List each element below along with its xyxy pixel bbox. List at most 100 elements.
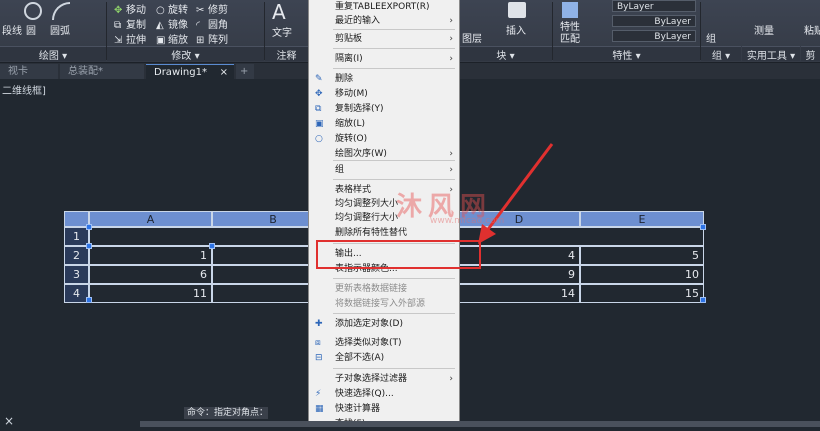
table-grip[interactable] (86, 243, 92, 249)
menu-item-label: 缩放(L) (335, 119, 366, 129)
row-header[interactable]: 3 (64, 265, 89, 284)
menu-item[interactable]: ✥ 移动(M) (309, 87, 459, 101)
linetype-value: ByLayer (654, 17, 691, 27)
menu-item-label: 组 (335, 165, 345, 175)
menu-item-label: 全部不选(A) (335, 353, 385, 363)
menu-item-label: 剪贴板 (335, 34, 363, 44)
row-label: 1 (73, 230, 80, 243)
table-grip[interactable] (86, 224, 92, 230)
stretch-button[interactable]: ⇲ 拉伸 (114, 31, 146, 46)
fillet-button[interactable]: ◜ 圆角 (196, 16, 228, 31)
column-header[interactable]: E (580, 211, 704, 227)
match-properties-button[interactable]: 特性 匹配 (560, 22, 584, 46)
array-button[interactable]: ⊞ 阵列 (196, 31, 228, 46)
menu-item[interactable]: 组 › (309, 163, 459, 177)
row-label: 3 (73, 268, 80, 281)
table-grip[interactable] (86, 297, 92, 303)
mirror-icon: ◭ (156, 20, 164, 31)
menu-separator (333, 278, 455, 279)
color-select[interactable]: ByLayer (612, 0, 696, 12)
menu-item[interactable]: ⚡ 快速选择(Q)... (309, 387, 459, 401)
circle-button[interactable]: 圆 (26, 22, 36, 37)
ribbon-match-label: 特性 匹配 (560, 22, 580, 45)
group-modify-label[interactable]: 修改 ▾ (107, 46, 264, 62)
group-clip-label[interactable]: 剪 (801, 46, 820, 62)
table-grip[interactable] (209, 243, 215, 249)
trim-button[interactable]: ✂ 修剪 (196, 1, 228, 16)
fillet-icon: ◜ (196, 20, 200, 31)
viewport-style-label[interactable]: 二维线框] (2, 82, 46, 97)
menu-item-label: 子对象选择过滤器 (335, 374, 408, 384)
menu-item[interactable]: ⧉ 复制选择(Y) (309, 102, 459, 116)
move-button[interactable]: ✥ 移动 (114, 1, 146, 16)
arc-button[interactable]: 圆弧 (50, 22, 70, 37)
menu-item[interactable]: 重复TABLEEXPORT(R) (309, 0, 459, 14)
table-cell[interactable]: 11 (89, 284, 212, 303)
group-annotation-label[interactable]: 注释 (265, 46, 308, 62)
column-header[interactable]: A (89, 211, 212, 227)
cell-value: 6 (200, 268, 207, 281)
table-grip[interactable] (700, 224, 706, 230)
polyline-button[interactable]: 段线 (2, 22, 22, 37)
table-cell[interactable]: 5 (580, 246, 704, 265)
menu-item[interactable]: ⧈ 选择类似对象(T) (309, 336, 459, 350)
menu-item[interactable]: 绘图次序(W) › (309, 147, 459, 161)
tab-assembly[interactable]: 总装配* (60, 64, 144, 79)
layer-button[interactable]: 图层 (462, 30, 482, 45)
menu-item[interactable]: ▣ 缩放(L) (309, 117, 459, 131)
group-group-label[interactable]: 组 ▾ (701, 46, 741, 62)
table-cell[interactable]: 6 (89, 265, 212, 284)
text-button[interactable]: 文字 (272, 24, 292, 39)
table-cell[interactable]: 14 (458, 284, 580, 303)
group-properties-label[interactable]: 特性 ▾ (553, 46, 700, 62)
menu-item[interactable]: 更新表格数据链接 (309, 282, 459, 296)
table-cell[interactable]: 15 (580, 284, 704, 303)
tab-drawing1[interactable]: Drawing1* × (146, 64, 234, 79)
group-group-label-text: 组 (711, 51, 722, 62)
mirror-button[interactable]: ◭ 镜像 (156, 16, 188, 31)
group-utilities-label[interactable]: 实用工具 ▾ (742, 46, 800, 62)
menu-item[interactable]: 子对象选择过滤器 › (309, 372, 459, 386)
table-cell[interactable]: 10 (580, 265, 704, 284)
menu-separator (333, 313, 455, 314)
group-block-label[interactable]: 块 ▾ (459, 46, 552, 62)
insert-button[interactable]: 插入 (506, 22, 526, 37)
clip-group-label-text: 剪 (805, 51, 816, 62)
menu-item[interactable]: ▦ 快速计算器 (309, 402, 459, 416)
menu-item[interactable]: 最近的输入 › (309, 14, 459, 28)
copy-button[interactable]: ⧉ 复制 (114, 16, 146, 31)
menu-item[interactable]: 剪贴板 › (309, 32, 459, 46)
menu-item[interactable]: ⊟ 全部不选(A) (309, 351, 459, 365)
scale-button[interactable]: ▣ 缩放 (156, 31, 188, 46)
tab-label: 视卡 (8, 66, 28, 77)
close-icon[interactable]: × (4, 414, 14, 428)
menu-item[interactable]: 隔离(I) › (309, 52, 459, 66)
menu-item[interactable]: ○ 旋转(O) (309, 132, 459, 146)
menu-item[interactable]: ✚ 添加选定对象(D) (309, 317, 459, 331)
command-input[interactable] (140, 421, 820, 427)
menu-item[interactable]: 删除所有特性替代 (309, 226, 459, 240)
command-prompt: 命令：指定对角点： (184, 407, 268, 419)
command-prompt-text: 命令：指定对角点： (187, 408, 269, 418)
group-button[interactable]: 组 (706, 30, 716, 45)
measure-button[interactable]: 测量 (754, 22, 774, 37)
tab-start[interactable]: 视卡 (0, 64, 58, 79)
group-draw-label[interactable]: 绘图 ▾ (0, 46, 106, 62)
lineweight-select[interactable]: ByLayer (612, 30, 696, 42)
close-icon[interactable]: × (220, 65, 228, 80)
menu-item-label: 快速计算器 (335, 404, 381, 414)
table-grip[interactable] (700, 297, 706, 303)
menu-item-label: 绘图次序(W) (335, 149, 387, 159)
copy-icon: ⧉ (315, 104, 322, 114)
table-cell[interactable]: 1 (89, 246, 212, 265)
ribbon-paste-label: 粘贴 (804, 26, 820, 37)
rotate-icon: ○ (315, 134, 323, 144)
insert-icon (508, 2, 526, 18)
rotate-button[interactable]: ○ 旋转 (156, 1, 188, 16)
menu-item-label: 删除所有特性替代 (335, 228, 408, 238)
menu-item[interactable]: 将数据链接写入外部源 (309, 297, 459, 311)
paste-button[interactable]: 粘贴 (804, 22, 820, 37)
menu-item[interactable]: ✎ 删除 (309, 72, 459, 86)
new-tab-button[interactable]: + (236, 64, 254, 79)
linetype-select[interactable]: ByLayer (612, 15, 696, 27)
